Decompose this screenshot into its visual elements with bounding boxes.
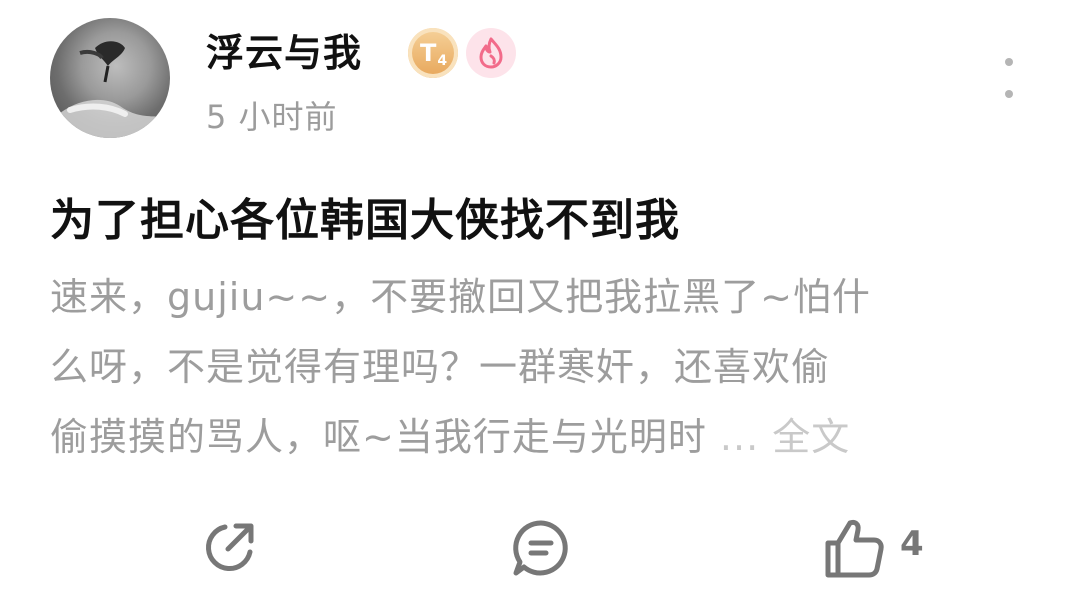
user-avatar[interactable] (50, 18, 170, 138)
username[interactable]: 浮云与我 (206, 22, 362, 77)
post-body[interactable]: 速来，gujiu~~，不要撤回又把我拉黑了~怕什 么呀，不是觉得有理吗？一群寒奸… (50, 262, 1030, 472)
flame-icon (479, 37, 503, 69)
post-timestamp: 5 小时前 (206, 98, 338, 136)
thumbs-up-icon (825, 519, 884, 578)
post-body-line-last: 偷摸摸的骂人，呕~当我行走与光明时 ... 全文 (50, 402, 1030, 472)
flame-badge-icon[interactable] (466, 28, 516, 78)
like-button[interactable] (820, 515, 886, 581)
ellipsis: ... (706, 415, 760, 459)
level-badge-letter: T (419, 39, 437, 67)
post-body-line: 偷摸摸的骂人，呕~当我行走与光明时 (50, 415, 707, 459)
share-button[interactable] (198, 517, 260, 579)
post-title[interactable]: 为了担心各位韩国大侠找不到我 (50, 184, 680, 248)
post-body-line: 么呀，不是觉得有理吗？一群寒奸，还喜欢偷 (50, 345, 831, 389)
level-badge-icon[interactable]: T4 (408, 28, 458, 78)
comment-icon (513, 520, 568, 576)
share-icon (206, 523, 254, 571)
comment-button[interactable] (510, 517, 572, 579)
like-count: 4 (900, 524, 924, 564)
more-options-icon[interactable] (996, 58, 1022, 98)
level-badge-number: 4 (437, 53, 448, 69)
post-body-line: 速来，gujiu~~，不要撤回又把我拉黑了~怕什 (50, 275, 871, 319)
avatar-image (50, 41, 168, 138)
full-text-link[interactable]: 全文 (772, 415, 850, 459)
